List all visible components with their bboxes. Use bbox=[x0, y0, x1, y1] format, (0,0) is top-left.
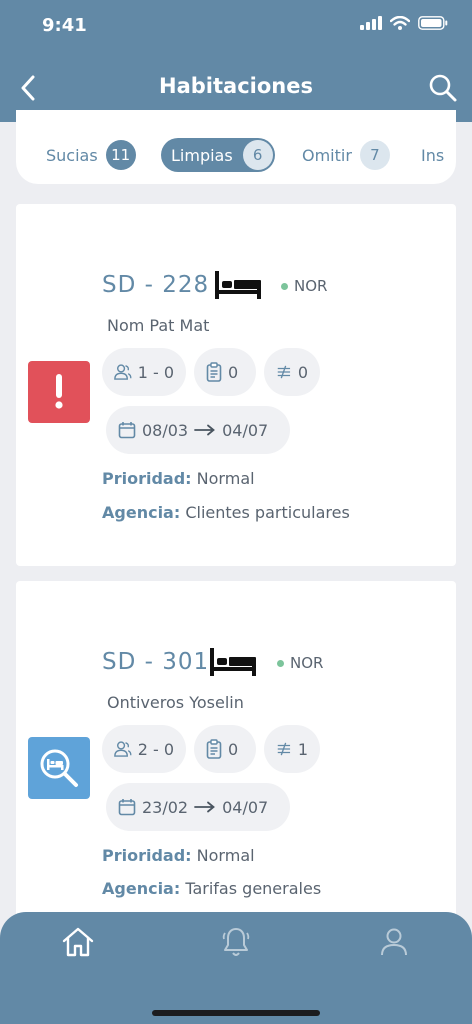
room-status-badge[interactable] bbox=[28, 737, 90, 799]
calendar-icon bbox=[118, 799, 136, 816]
guests-chip: 1 - 0 bbox=[102, 348, 186, 396]
status-time: 9:41 bbox=[42, 15, 87, 36]
wifi-icon bbox=[390, 16, 410, 30]
priority-field: Prioridad: Normal bbox=[102, 846, 255, 865]
guest-name: Nom Pat Mat bbox=[107, 316, 210, 335]
agency-label: Agencia: bbox=[102, 503, 181, 522]
arrow-right-icon bbox=[194, 424, 216, 436]
date-to: 04/07 bbox=[222, 420, 269, 440]
tab-label: Ins bbox=[421, 145, 445, 165]
tasks-count: 1 bbox=[297, 739, 308, 759]
page-title: Habitaciones bbox=[159, 74, 313, 98]
date-from: 08/03 bbox=[142, 420, 189, 440]
tab-label: Limpias bbox=[171, 145, 233, 165]
user-icon bbox=[381, 928, 407, 956]
tasks-icon bbox=[277, 365, 291, 379]
bell-icon bbox=[222, 928, 250, 956]
inspect-bed-icon bbox=[40, 749, 78, 787]
status-dot bbox=[277, 659, 284, 667]
priority-field: Prioridad: Normal bbox=[102, 469, 255, 488]
tasks-icon bbox=[277, 742, 291, 756]
tab-omitir[interactable]: Omitir 7 bbox=[302, 138, 390, 172]
date-from: 23/02 bbox=[142, 797, 189, 817]
people-icon bbox=[114, 741, 132, 757]
home-icon bbox=[62, 927, 94, 957]
tab-sucias[interactable]: Sucias 11 bbox=[46, 138, 136, 172]
tab-count-badge: 7 bbox=[359, 140, 390, 170]
dates-chip: 08/03 04/07 bbox=[106, 406, 290, 454]
room-number: SD - 228 bbox=[102, 272, 210, 298]
tab-count-badge: 6 bbox=[242, 140, 273, 170]
guests-count: 2 - 0 bbox=[137, 739, 174, 759]
room-card[interactable]: SD - 228 NOR Nom Pat Mat 1 - 0 0 0 08/03… bbox=[16, 204, 456, 566]
room-type-label: NOR bbox=[290, 654, 324, 672]
notes-chip: 0 bbox=[194, 725, 256, 773]
alert-icon bbox=[55, 374, 63, 409]
signal-icon bbox=[360, 16, 382, 30]
bottom-nav bbox=[0, 912, 472, 1024]
guests-count: 1 - 0 bbox=[137, 362, 174, 382]
tasks-chip: 0 bbox=[264, 348, 320, 396]
nav-profile[interactable] bbox=[374, 922, 414, 962]
notes-count: 0 bbox=[228, 739, 239, 759]
arrow-right-icon bbox=[194, 801, 216, 813]
nav-home[interactable] bbox=[58, 922, 98, 962]
priority-value: Normal bbox=[196, 846, 255, 865]
search-button[interactable] bbox=[426, 70, 460, 106]
dates-chip: 23/02 04/07 bbox=[106, 783, 290, 831]
date-to: 04/07 bbox=[222, 797, 269, 817]
tasks-chip: 1 bbox=[264, 725, 320, 773]
room-number: SD - 301 bbox=[102, 649, 210, 675]
agency-field: Agencia: Tarifas generales bbox=[102, 879, 321, 898]
filter-tabs-card: Sucias 11 Limpias 6 Omitir 7 Ins bbox=[16, 110, 456, 184]
filter-tabs: Sucias 11 Limpias 6 Omitir 7 Ins bbox=[16, 134, 456, 174]
bed-icon bbox=[215, 271, 261, 299]
tasks-count: 0 bbox=[297, 362, 308, 382]
notes-count: 0 bbox=[228, 362, 239, 382]
priority-label: Prioridad: bbox=[102, 469, 192, 488]
room-card[interactable]: SD - 301 NOR Ontiveros Yoselin 2 - 0 0 1… bbox=[16, 581, 456, 926]
room-type-label: NOR bbox=[294, 277, 328, 295]
guests-chip: 2 - 0 bbox=[102, 725, 186, 773]
app-header: 9:41 Habitaciones bbox=[0, 0, 472, 122]
clipboard-icon bbox=[206, 739, 222, 759]
calendar-icon bbox=[118, 422, 136, 439]
home-indicator bbox=[152, 1010, 320, 1016]
tab-label: Sucias bbox=[46, 145, 98, 165]
tab-count-badge: 11 bbox=[105, 140, 136, 170]
bed-icon bbox=[210, 648, 256, 676]
agency-value: Tarifas generales bbox=[185, 879, 322, 898]
room-status-badge[interactable] bbox=[28, 361, 90, 423]
guest-name: Ontiveros Yoselin bbox=[107, 693, 244, 712]
tab-limpias[interactable]: Limpias 6 bbox=[161, 138, 275, 172]
priority-label: Prioridad: bbox=[102, 846, 192, 865]
tab-label: Omitir bbox=[302, 145, 352, 165]
priority-value: Normal bbox=[196, 469, 255, 488]
tab-ins[interactable]: Ins bbox=[421, 138, 444, 172]
agency-value: Clientes particulares bbox=[185, 503, 350, 522]
search-icon bbox=[429, 74, 457, 102]
people-icon bbox=[114, 364, 132, 380]
status-bar: 9:41 bbox=[0, 0, 472, 52]
status-dot bbox=[281, 282, 288, 290]
agency-field: Agencia: Clientes particulares bbox=[102, 503, 350, 522]
agency-label: Agencia: bbox=[102, 879, 181, 898]
room-type-tag: NOR bbox=[281, 277, 327, 295]
clipboard-icon bbox=[206, 362, 222, 382]
room-type-tag: NOR bbox=[277, 654, 323, 672]
battery-icon bbox=[418, 16, 448, 30]
status-icons bbox=[360, 16, 448, 30]
nav-notifications[interactable] bbox=[216, 922, 256, 962]
notes-chip: 0 bbox=[194, 348, 256, 396]
